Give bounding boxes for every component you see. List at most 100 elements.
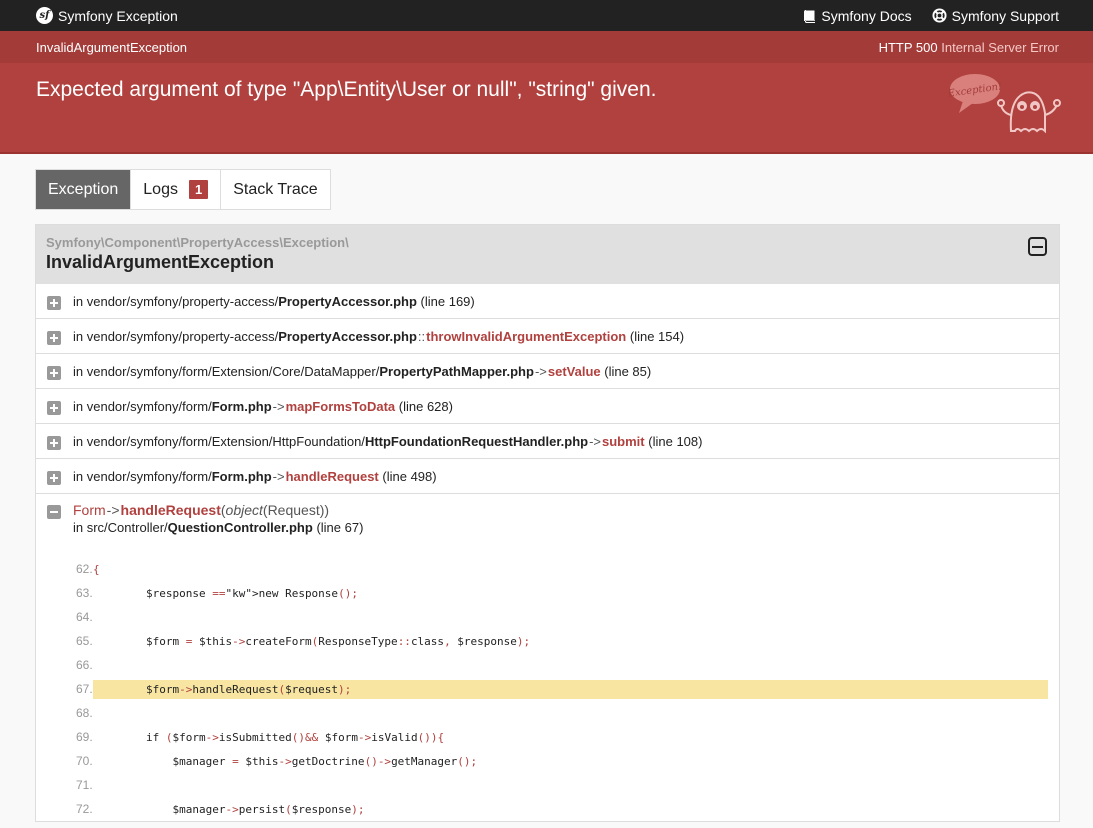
frame-operator: -> [534, 363, 547, 379]
line-number: 62. [76, 562, 93, 576]
frame-line: (line 154) [629, 328, 685, 344]
open-trace-frame: Form -> handleRequest (object(Request)) … [36, 494, 1059, 821]
line-number: 71. [76, 778, 93, 792]
exception-ghost-icon: Exception! [949, 74, 1061, 134]
http-status: HTTP 500 Internal Server Error [879, 40, 1059, 55]
expand-frame-icon[interactable] [47, 331, 61, 345]
trace-header: Symfony\Component\PropertyAccess\Excepti… [36, 225, 1059, 284]
code-snippet: 62. {63. $response = = "kw">new Response(… [47, 557, 1048, 821]
expand-frame-icon[interactable] [47, 401, 61, 415]
top-bar: sf Symfony Exception Symfony Docs Symfon… [0, 0, 1093, 31]
frame-operator: -> [589, 433, 602, 449]
line-source [93, 704, 1048, 723]
line-number: 65. [76, 634, 93, 648]
support-label: Symfony Support [951, 7, 1059, 24]
expand-frame-icon[interactable] [47, 296, 61, 310]
frame-line: (line 85) [604, 363, 652, 379]
code-line: 68. [47, 701, 1048, 725]
collapse-trace-icon[interactable] [1028, 237, 1047, 256]
docs-label: Symfony Docs [821, 7, 912, 24]
line-source: { [93, 562, 100, 576]
line-number: 67. [76, 682, 93, 696]
code-line: 63. $response = = "kw">new Response(); [47, 581, 1048, 605]
code-line: 69. if ($form -> isSubmitted() && $form -> i… [47, 725, 1048, 749]
symfony-docs-link[interactable]: Symfony Docs [803, 7, 912, 24]
tab-exception[interactable]: Exception [36, 170, 132, 209]
code-line: 72. $manager -> persist($response); [47, 797, 1048, 821]
lifebuoy-icon [932, 8, 947, 23]
collapse-frame-icon[interactable] [47, 505, 61, 519]
trace-frame[interactable]: in vendor/symfony/form/Extension/HttpFou… [36, 424, 1059, 459]
code-line: 65. $form = $this -> createForm(ResponseTy… [47, 629, 1048, 653]
expand-frame-icon[interactable] [47, 436, 61, 450]
frame-location-prefix: in src/Controller/ [73, 520, 168, 535]
tab-bar: Exception Logs 1 Stack Trace [35, 169, 331, 210]
symfony-logo-icon: sf [36, 7, 53, 24]
tab-logs-label: Logs [143, 180, 178, 198]
frame-line: (line 169) [420, 293, 475, 309]
frame-file: PropertyPathMapper.php [379, 363, 534, 379]
frame-path: in vendor/symfony/form/Extension/Core/Da… [73, 363, 380, 379]
line-number: 66. [76, 658, 93, 672]
frame-location-line: (line 67) [316, 520, 364, 535]
line-source: $manager = $this -> getDoctrine() -> getMana… [93, 754, 478, 768]
line-source [93, 608, 1048, 627]
exception-class-label: InvalidArgumentException [36, 39, 188, 55]
frame-function: setValue [547, 363, 601, 379]
frame-function: handleRequest [120, 502, 221, 518]
frame-args-value: (Request)) [262, 502, 330, 518]
line-number: 70. [76, 754, 93, 768]
trace-frame[interactable]: in vendor/symfony/property-access/Proper… [36, 284, 1059, 319]
exception-message: Expected argument of type "App\Entity\Us… [36, 78, 657, 101]
frame-line: (line 498) [382, 468, 437, 484]
line-number: 63. [76, 586, 93, 600]
frame-operator: -> [272, 398, 285, 414]
line-number: 64. [76, 610, 93, 624]
expand-frame-icon[interactable] [47, 471, 61, 485]
trace-frame[interactable]: in vendor/symfony/form/Extension/Core/Da… [36, 354, 1059, 389]
exception-header: InvalidArgumentException HTTP 500 Intern… [0, 31, 1093, 154]
frame-path: in vendor/symfony/property-access/ [73, 293, 279, 309]
frame-file: HttpFoundationRequestHandler.php [364, 433, 589, 449]
frame-file: PropertyAccessor.php [278, 293, 417, 309]
frame-file: PropertyAccessor.php [278, 328, 417, 344]
code-line-highlighted: 67. $form -> handleRequest($request); [47, 677, 1048, 701]
tab-stack-trace[interactable]: Stack Trace [221, 170, 329, 209]
trace-frame[interactable]: in vendor/symfony/property-access/Proper… [36, 319, 1059, 354]
logs-count-badge: 1 [188, 180, 209, 199]
brand[interactable]: sf Symfony Exception [36, 7, 178, 24]
book-icon [804, 9, 816, 23]
code-line: 62. { [47, 557, 1048, 581]
line-number: 69. [76, 730, 93, 744]
frame-class: Form [73, 502, 106, 518]
line-number: 68. [76, 706, 93, 720]
trace-frame[interactable]: in vendor/symfony/form/Form.php -> mapForm… [36, 389, 1059, 424]
frame-function: throwInvalidArgumentException [426, 328, 627, 344]
frame-function: mapFormsToData [285, 398, 396, 414]
code-line: 70. $manager = $this -> getDoctrine() -> get… [47, 749, 1048, 773]
line-source: $response = = "kw">new Response(); [93, 586, 358, 600]
frame-function: submit [602, 433, 645, 449]
tab-logs[interactable]: Logs 1 [131, 170, 222, 209]
frame-operator: -> [272, 468, 285, 484]
tab-exception-label: Exception [48, 180, 119, 198]
code-line: 71. [47, 773, 1048, 797]
frame-args-type: object [225, 502, 263, 518]
frame-path: in vendor/symfony/property-access/ [73, 328, 279, 344]
symfony-support-link[interactable]: Symfony Support [932, 8, 1059, 24]
line-source: if ($form -> isSubmitted() && $form -> isVal… [93, 730, 445, 744]
status-code: HTTP 500 [878, 39, 938, 55]
line-source: $form -> handleRequest($request); [93, 679, 1048, 699]
frame-location-file: QuestionController.php [167, 520, 313, 535]
frame-operator: :: [417, 328, 426, 344]
frame-line: (line 108) [648, 433, 703, 449]
tab-stack-trace-label: Stack Trace [233, 180, 318, 198]
line-number: 72. [76, 802, 93, 816]
expand-frame-icon[interactable] [47, 366, 61, 380]
frame-file: Form.php [211, 398, 272, 414]
line-source: $manager -> persist($response); [93, 802, 365, 816]
status-text: Internal Server Error [941, 39, 1059, 55]
trace-frame[interactable]: in vendor/symfony/form/Form.php -> handleR… [36, 459, 1059, 494]
frame-function: handleRequest [285, 468, 379, 484]
frame-operator: -> [106, 502, 120, 518]
